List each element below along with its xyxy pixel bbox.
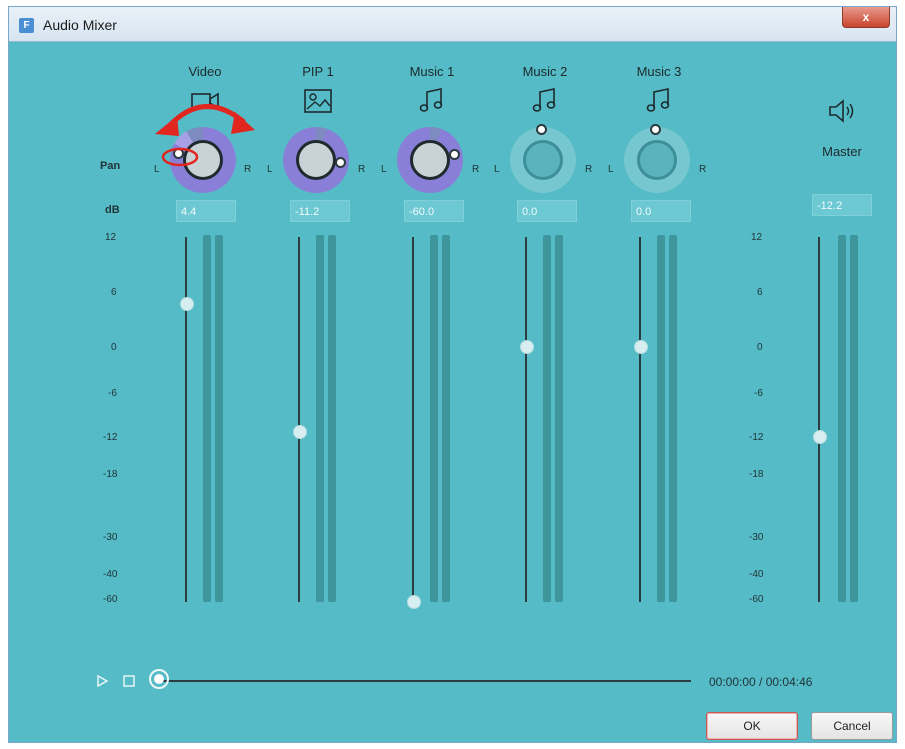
scale-tick: 0 bbox=[757, 342, 763, 353]
level-meter-left bbox=[543, 235, 551, 602]
fader-track[interactable] bbox=[412, 237, 414, 602]
pan-knob[interactable] bbox=[624, 124, 690, 193]
pan-left-label: L bbox=[381, 164, 387, 175]
fader-track[interactable] bbox=[298, 237, 300, 602]
level-meter-right bbox=[328, 235, 336, 602]
scale-tick: 6 bbox=[111, 287, 117, 298]
pan-left-label: L bbox=[608, 164, 614, 175]
level-meter-right bbox=[555, 235, 563, 602]
scale-tick: -12 bbox=[103, 432, 118, 443]
fader-thumb[interactable] bbox=[180, 297, 194, 311]
image-icon bbox=[304, 89, 332, 113]
scale-tick: -18 bbox=[749, 469, 764, 480]
scale-tick: 0 bbox=[111, 342, 117, 353]
channel-name: Master bbox=[822, 144, 862, 159]
level-meter-left bbox=[203, 235, 211, 602]
db-label: dB bbox=[105, 204, 120, 216]
db-value[interactable]: -12.2 bbox=[812, 194, 872, 216]
pan-left-label: L bbox=[267, 164, 273, 175]
cancel-button[interactable]: Cancel bbox=[811, 712, 893, 740]
fader-track[interactable] bbox=[639, 237, 641, 602]
channel-name: PIP 1 bbox=[302, 64, 334, 79]
pan-right-label: R bbox=[358, 164, 366, 175]
channel-name: Music 2 bbox=[522, 64, 568, 79]
scale-tick: -60 bbox=[749, 594, 764, 605]
level-meter-right bbox=[215, 235, 223, 602]
channel-name: Video bbox=[188, 64, 222, 79]
pan-label: Pan bbox=[100, 160, 121, 172]
pan-knob[interactable] bbox=[510, 124, 576, 193]
play-icon[interactable] bbox=[95, 674, 109, 688]
scale-tick: -40 bbox=[103, 569, 118, 580]
ok-button[interactable]: OK bbox=[706, 712, 798, 740]
scale-tick: -12 bbox=[749, 432, 764, 443]
level-meter-right bbox=[669, 235, 677, 602]
level-meter-left bbox=[838, 235, 846, 602]
scale-tick: 12 bbox=[105, 232, 117, 243]
fader-track[interactable] bbox=[525, 237, 527, 602]
scale-tick: 12 bbox=[751, 232, 763, 243]
db-value[interactable]: 0.0 bbox=[517, 200, 577, 222]
pan-right-label: R bbox=[585, 164, 593, 175]
db-value[interactable]: -60.0 bbox=[404, 200, 464, 222]
fader-thumb[interactable] bbox=[293, 425, 307, 439]
audio-mixer-window: F Audio Mixer x Pan dB 12 6 0 -6 -12 -18… bbox=[8, 6, 897, 743]
timeline-track[interactable] bbox=[161, 680, 691, 682]
pan-direction-annotation-icon bbox=[155, 104, 255, 167]
fader-thumb[interactable] bbox=[813, 430, 827, 444]
scale-tick: -30 bbox=[103, 532, 118, 543]
db-value[interactable]: -11.2 bbox=[290, 200, 350, 222]
scale-tick: -18 bbox=[103, 469, 118, 480]
level-meter-right bbox=[850, 235, 858, 602]
fader-track[interactable] bbox=[818, 237, 820, 602]
channel-name: Music 3 bbox=[636, 64, 682, 79]
pan-right-label: R bbox=[699, 164, 707, 175]
scale-tick: -60 bbox=[103, 594, 118, 605]
speaker-icon bbox=[829, 99, 854, 123]
close-button[interactable]: x bbox=[842, 7, 890, 28]
db-value[interactable]: 4.4 bbox=[176, 200, 236, 222]
channel-name: Music 1 bbox=[409, 64, 455, 79]
level-meter-right bbox=[442, 235, 450, 602]
fader-thumb[interactable] bbox=[520, 340, 534, 354]
fader-thumb[interactable] bbox=[634, 340, 648, 354]
scale-tick: -40 bbox=[749, 569, 764, 580]
pan-left-label: L bbox=[494, 164, 500, 175]
level-meter-left bbox=[430, 235, 438, 602]
pan-knob[interactable] bbox=[397, 127, 463, 193]
pan-right-label: R bbox=[472, 164, 480, 175]
window-title: Audio Mixer bbox=[43, 17, 117, 33]
stop-icon[interactable] bbox=[122, 674, 136, 688]
fader-thumb[interactable] bbox=[407, 595, 421, 609]
pan-knob[interactable] bbox=[283, 127, 349, 193]
scale-tick: 6 bbox=[757, 287, 763, 298]
mixer-content: Pan dB 12 6 0 -6 -12 -18 -30 -40 -60 Vid… bbox=[9, 42, 896, 742]
music-note-icon bbox=[419, 88, 443, 112]
music-note-icon bbox=[532, 88, 556, 112]
fader-track[interactable] bbox=[185, 237, 187, 602]
music-note-icon bbox=[646, 88, 670, 112]
level-meter-left bbox=[316, 235, 324, 602]
scale-tick: -6 bbox=[108, 388, 117, 399]
db-value[interactable]: 0.0 bbox=[631, 200, 691, 222]
level-meter-left bbox=[657, 235, 665, 602]
time-display: 00:00:00 / 00:04:46 bbox=[709, 675, 813, 689]
scale-tick: -6 bbox=[754, 388, 763, 399]
title-bar: F Audio Mixer x bbox=[9, 7, 896, 42]
app-icon: F bbox=[19, 18, 34, 33]
timeline-playhead[interactable] bbox=[149, 669, 169, 689]
scale-tick: -30 bbox=[749, 532, 764, 543]
